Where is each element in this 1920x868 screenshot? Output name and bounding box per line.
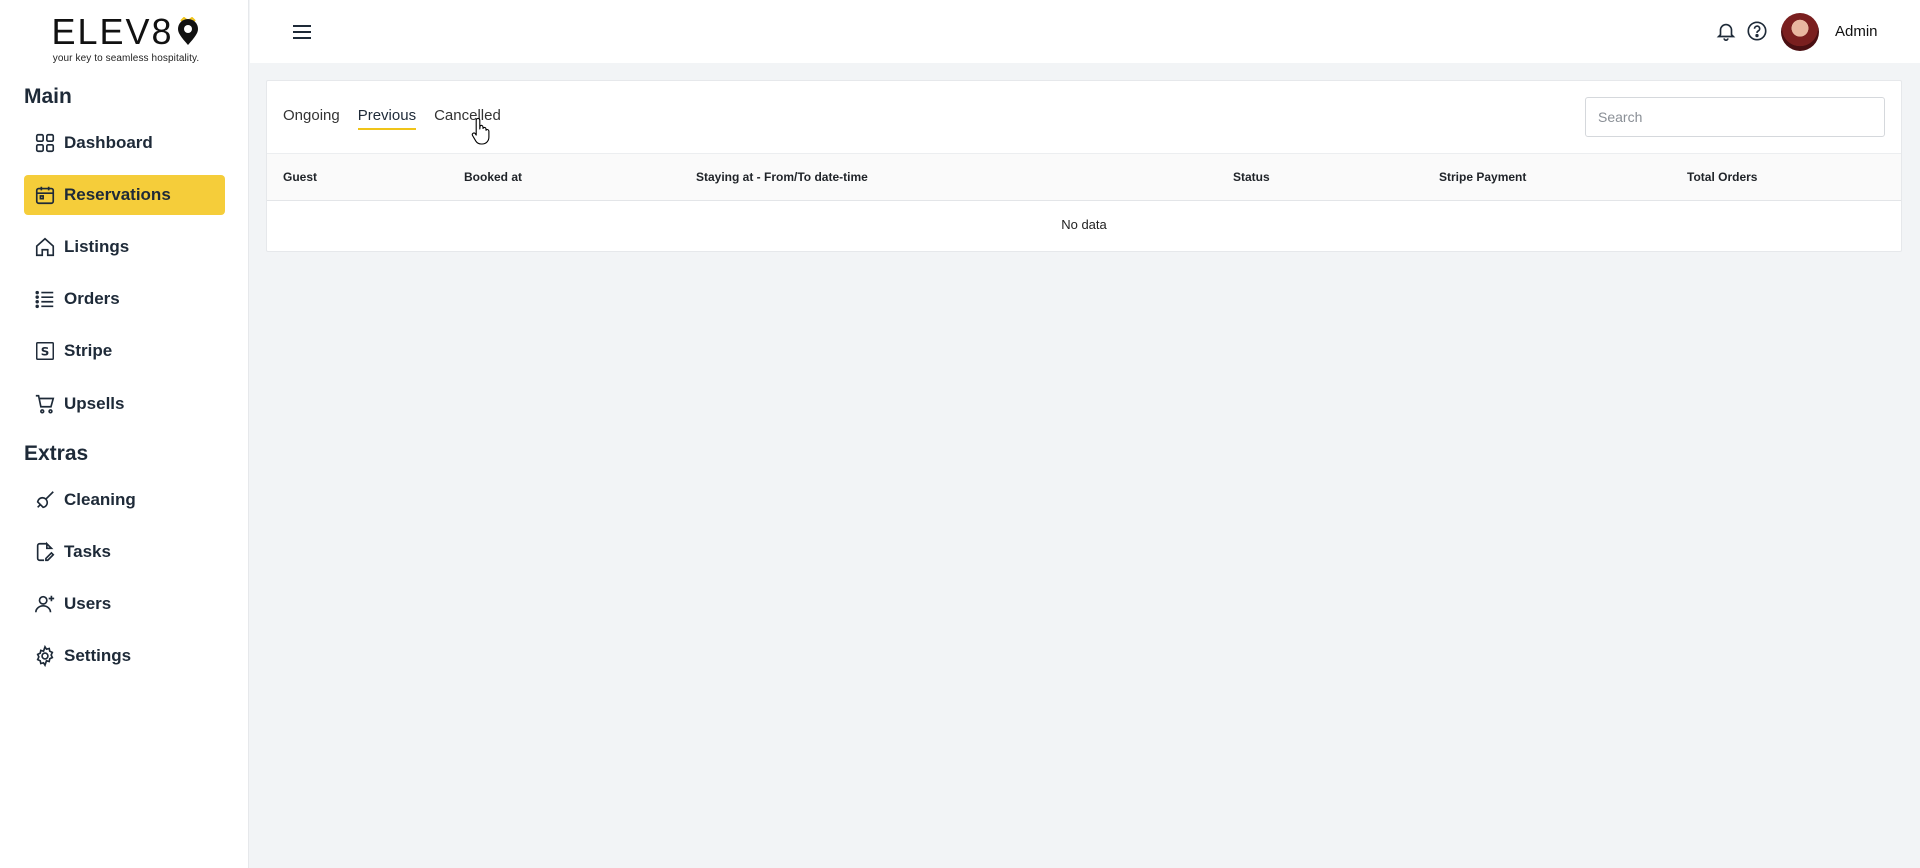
sidebar-item-label: Dashboard: [64, 133, 153, 152]
section-title-main: Main: [24, 85, 72, 108]
tab-previous[interactable]: Previous: [357, 107, 417, 130]
empty-state-text: No data: [1061, 217, 1107, 232]
sidebar-item-tasks[interactable]: Tasks: [24, 532, 225, 572]
home-icon: [34, 236, 56, 258]
column-header-staying-at[interactable]: Staying at - From/To date-time: [696, 170, 868, 184]
sidebar-item-label: Reservations: [64, 185, 171, 204]
broom-icon: [34, 489, 56, 511]
menu-icon[interactable]: [290, 20, 314, 44]
sidebar-item-upsells[interactable]: Upsells: [24, 384, 225, 424]
brand-logo[interactable]: ELEV8 your key to seamless hospitality.: [46, 14, 206, 70]
stripe-icon: S: [34, 340, 56, 362]
sidebar-item-settings[interactable]: Settings: [24, 636, 225, 676]
sidebar-item-listings[interactable]: Listings: [24, 227, 225, 267]
sidebar-item-users[interactable]: Users: [24, 584, 225, 624]
gear-icon: [34, 645, 56, 667]
sidebar-item-cleaning[interactable]: Cleaning: [24, 480, 225, 520]
table-header: Guest Booked at Staying at - From/To dat…: [267, 153, 1901, 201]
sidebar-item-label: Upsells: [64, 394, 125, 413]
reservation-tabs: Ongoing Previous Cancelled: [283, 107, 501, 130]
location-pin-icon: [177, 17, 198, 45]
search-input[interactable]: [1585, 97, 1885, 137]
column-header-total-orders[interactable]: Total Orders: [1687, 170, 1757, 184]
brand-tagline: your key to seamless hospitality.: [52, 53, 200, 64]
sidebar-item-orders[interactable]: Orders: [24, 279, 225, 319]
reservations-card: Ongoing Previous Cancelled Guest Booked …: [266, 80, 1902, 252]
sidebar-item-stripe[interactable]: S Stripe: [24, 331, 225, 371]
topbar: Admin: [250, 0, 1920, 63]
sidebar-item-label: Cleaning: [64, 490, 136, 509]
bell-icon[interactable]: [1715, 20, 1737, 42]
section-title-extras: Extras: [24, 442, 89, 465]
sidebar-item-label: Users: [64, 594, 112, 613]
cart-icon: [34, 393, 56, 415]
column-header-guest[interactable]: Guest: [283, 170, 317, 184]
sidebar-item-dashboard[interactable]: Dashboard: [24, 123, 225, 163]
user-name[interactable]: Admin: [1835, 23, 1878, 40]
svg-text:S: S: [41, 345, 50, 359]
sidebar-item-label: Tasks: [64, 542, 111, 561]
grid-icon: [34, 132, 56, 154]
list-icon: [34, 288, 56, 310]
avatar[interactable]: [1781, 13, 1819, 51]
hand-cursor-icon: [471, 117, 490, 145]
calendar-icon: [34, 184, 56, 206]
tab-ongoing[interactable]: Ongoing: [283, 107, 340, 130]
user-plus-icon: [34, 593, 56, 615]
task-icon: [34, 541, 56, 563]
column-header-stripe-payment[interactable]: Stripe Payment: [1439, 170, 1526, 184]
sidebar-item-label: Settings: [64, 646, 132, 665]
sidebar-item-reservations[interactable]: Reservations: [24, 175, 225, 215]
column-header-status[interactable]: Status: [1233, 170, 1270, 184]
brand-name: ELEV8: [51, 11, 174, 52]
sidebar-item-label: Listings: [64, 237, 130, 256]
sidebar-item-label: Stripe: [64, 341, 113, 360]
column-header-booked-at[interactable]: Booked at: [464, 170, 522, 184]
sidebar-item-label: Orders: [64, 289, 120, 308]
help-icon[interactable]: [1746, 20, 1768, 42]
sidebar: ELEV8 your key to seamless hospitality. …: [0, 0, 249, 868]
